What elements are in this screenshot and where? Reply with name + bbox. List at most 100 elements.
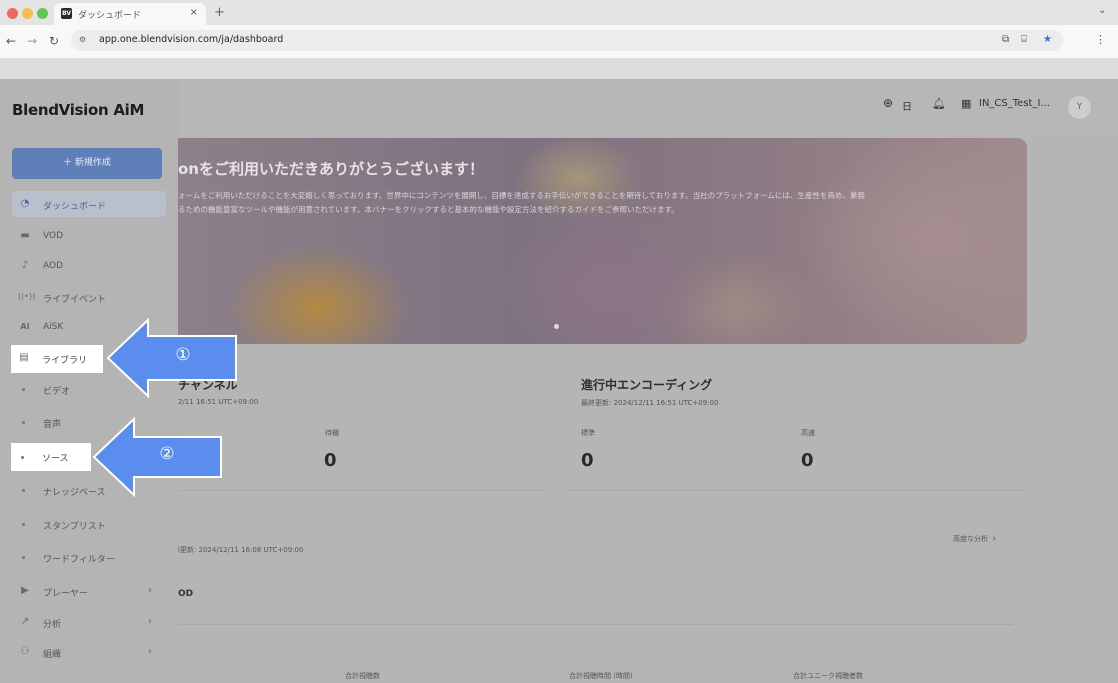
encoding-title: 進行中エンコーディング <box>581 378 713 392</box>
sidebar-item-analytics[interactable]: ↗ 分析 › <box>12 609 166 635</box>
sidebar-item-vod[interactable]: ▬ VOD <box>12 223 166 249</box>
channels-updated: 2/11 16:51 UTC+09:00 <box>178 398 259 406</box>
brand-logo: BlendVision AiM <box>12 101 145 119</box>
sidebar-item-label: ワードフィルター <box>43 555 115 565</box>
chevron-right-icon: › <box>148 616 152 627</box>
standard-label: 標準 <box>581 429 595 437</box>
browser-tab[interactable]: BV ダッシュボード × <box>54 3 206 25</box>
encoding-updated: 最終更新: 2024/12/11 16:51 UTC+09:00 <box>581 399 719 407</box>
tab-search-icon[interactable]: ⌄ <box>1098 5 1106 16</box>
banner-line-1: ォームをご利用いただけることを大変嬉しく思っております。世界中にコンテンツを展開… <box>178 191 865 200</box>
sidebar-item-label: VOD <box>43 231 64 241</box>
sidebar-item-label: ライブラリ <box>42 356 88 366</box>
url-text[interactable]: app.one.blendvision.com/ja/dashboard <box>99 34 283 45</box>
maximize-window-button[interactable] <box>37 8 48 19</box>
sidebar-item-live-events[interactable]: ((•)) ライブイベント <box>12 284 166 310</box>
app-header: ⊕ 日 🔔︎ ▦ IN_CS_Test_I... Y <box>178 79 1118 137</box>
divider <box>178 624 1013 625</box>
advanced-analytics-label: 高度な分析 <box>953 535 988 543</box>
bookmark-star-icon[interactable]: ★ <box>1043 34 1052 45</box>
sidebar-item-label: 分析 <box>43 620 62 630</box>
new-tab-button[interactable]: + <box>214 5 225 20</box>
bookmark-bar <box>0 58 1118 79</box>
chart-icon: ↗ <box>20 616 30 627</box>
site-settings-icon[interactable]: ⚙ <box>79 35 95 46</box>
carousel-dot[interactable] <box>554 324 559 329</box>
standard-value: 0 <box>581 450 594 471</box>
welcome-banner[interactable]: onをご利用いただきありがとうございます！ ォームをご利用いただけることを大変嬉… <box>178 138 1027 344</box>
annotation-arrow-2: ② <box>92 416 223 498</box>
bullet-icon <box>21 456 24 459</box>
chevron-right-icon: › <box>992 534 997 544</box>
language-label[interactable]: 日 <box>902 98 912 113</box>
live-icon: ((•)) <box>18 292 36 301</box>
standby-value: 0 <box>324 450 337 471</box>
player-icon: ▶ <box>21 585 29 596</box>
back-arrow-icon[interactable]: ← <box>6 34 16 48</box>
sidebar-item-label: ライブイベント <box>43 295 107 305</box>
account-name[interactable]: IN_CS_Test_I... <box>979 98 1050 109</box>
organization-icon: ⚇ <box>20 646 30 657</box>
globe-icon[interactable]: ⊕ <box>883 96 893 110</box>
sidebar-item-stamp-list[interactable]: スタンプリスト <box>12 511 166 537</box>
create-new-button[interactable]: ＋ 新規作成 <box>12 148 162 179</box>
translate-icon[interactable]: ⌸ <box>1021 34 1027 45</box>
sidebar-item-label: AiSK <box>43 322 64 332</box>
total-watch-time-label: 合計視聴時間 (時間) <box>569 672 633 680</box>
annotation-number-1: ① <box>175 345 191 365</box>
sidebar-item-source[interactable]: ソース <box>11 443 91 471</box>
vod-icon: ▬ <box>20 230 30 241</box>
cast-icon[interactable]: ⧉ <box>1002 34 1009 45</box>
tab-close-icon[interactable]: × <box>190 7 198 18</box>
library-icon: ▤ <box>19 352 29 363</box>
standby-label: 待機 <box>325 429 339 437</box>
sidebar-item-organization[interactable]: ⚇ 組織 › <box>12 639 166 665</box>
bullet-icon <box>22 556 25 559</box>
bullet-icon <box>22 421 25 424</box>
advanced-analytics-link[interactable]: 高度な分析 › <box>953 534 996 544</box>
avatar[interactable]: Y <box>1068 96 1091 119</box>
chevron-right-icon: › <box>148 646 152 657</box>
sidebar-item-label: AOD <box>43 261 64 271</box>
analytics-section-label: OD <box>178 589 194 599</box>
divider <box>178 490 543 491</box>
reload-icon[interactable]: ↻ <box>49 34 59 48</box>
bell-icon[interactable]: 🔔︎ <box>932 97 946 110</box>
banner-line-2: るための機能豊富なツールや機能が用意されています。本バナーをクリックすると基本的… <box>178 205 679 214</box>
forward-arrow-icon[interactable]: → <box>27 34 37 48</box>
sidebar-item-label: プレーヤー <box>43 589 89 599</box>
sidebar-item-aod[interactable]: ♪ AOD <box>12 253 166 279</box>
favicon-icon: BV <box>61 8 72 19</box>
fast-value: 0 <box>801 450 814 471</box>
sidebar-item-label: ソース <box>42 454 69 464</box>
sidebar-item-label: ダッシュボード <box>43 202 107 212</box>
omnibox[interactable]: ⚙ app.one.blendvision.com/ja/dashboard ⧉… <box>71 30 1063 51</box>
sidebar-item-label: 音声 <box>43 420 62 430</box>
sidebar-item-label: ビデオ <box>43 387 71 397</box>
sidebar-item-library[interactable]: ▤ ライブラリ <box>11 345 103 373</box>
chevron-right-icon: › <box>148 585 152 596</box>
annotation-number-2: ② <box>159 444 175 464</box>
building-icon: ▦ <box>961 97 972 110</box>
close-window-button[interactable] <box>7 8 18 19</box>
minimize-window-button[interactable] <box>22 8 33 19</box>
ai-icon: AI <box>20 322 30 331</box>
divider <box>567 490 1027 491</box>
banner-description: ォームをご利用いただけることを大変嬉しく思っております。世界中にコンテンツを展開… <box>178 189 865 217</box>
bullet-icon <box>22 523 25 526</box>
sidebar-item-player[interactable]: ▶ プレーヤー › <box>12 578 166 604</box>
unique-viewers-label: 合計ユニーク視聴者数 <box>793 672 863 680</box>
browser-menu-icon[interactable]: ⋮ <box>1095 33 1106 46</box>
tab-title: ダッシュボード <box>78 11 142 21</box>
address-bar-row: ← → ↻ ⚙ app.one.blendvision.com/ja/dashb… <box>0 25 1118 59</box>
annotation-arrow-1: ① <box>106 317 238 399</box>
sidebar-item-word-filter[interactable]: ワードフィルター <box>12 544 166 570</box>
sidebar-item-label: スタンプリスト <box>43 522 106 532</box>
sidebar-item-dashboard[interactable]: ◔ ダッシュボード <box>12 191 166 217</box>
total-views-label: 合計視聴数 <box>345 672 380 680</box>
banner-title: onをご利用いただきありがとうございます！ <box>178 160 484 178</box>
analytics-updated: l更新: 2024/12/11 16:08 UTC+09:00 <box>178 546 304 554</box>
music-note-icon: ♪ <box>21 260 29 271</box>
bullet-icon <box>22 489 25 492</box>
bullet-icon <box>22 388 25 391</box>
